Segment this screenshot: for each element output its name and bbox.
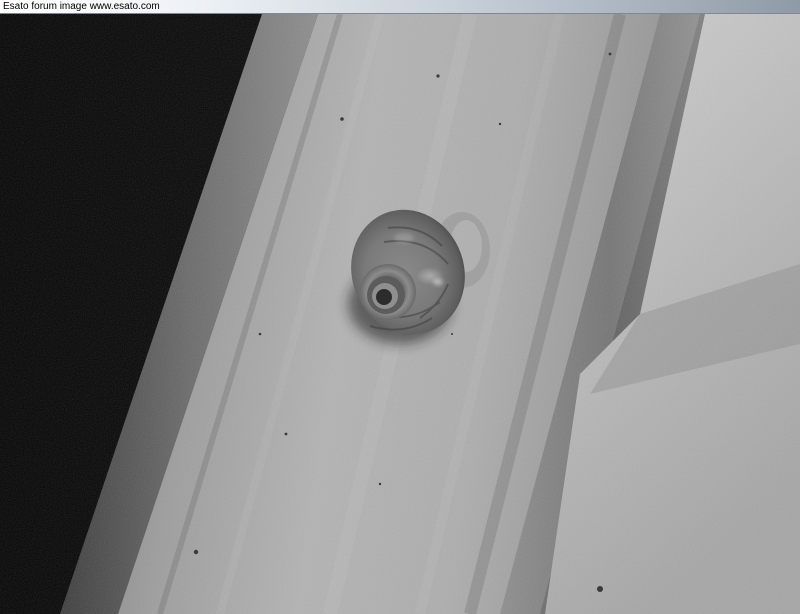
image-viewer: Esato forum image www.esato.com <box>0 0 800 614</box>
snail-photo <box>0 14 800 614</box>
caption-text: Esato forum image www.esato.com <box>3 1 160 12</box>
shell-whorl-core <box>376 289 392 305</box>
caption-bar: Esato forum image www.esato.com <box>0 0 800 14</box>
